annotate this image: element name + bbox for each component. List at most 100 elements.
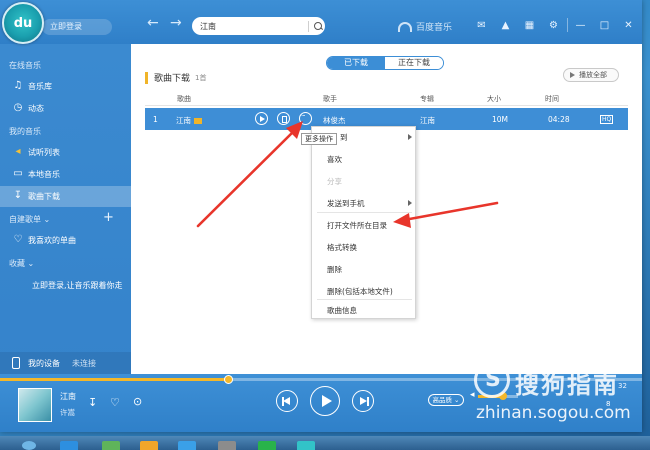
login-button[interactable]: 立即登录 <box>42 19 112 35</box>
menu-item-delete[interactable]: 删除 <box>327 264 342 275</box>
album-cover[interactable] <box>18 388 52 422</box>
menu-item-delete-with-file[interactable]: 删除(包括本地文件) <box>327 286 393 297</box>
volume-icon[interactable]: ◂ <box>470 390 475 401</box>
phone-icon <box>12 357 20 369</box>
sidebar-section-playlists[interactable]: 自建歌单 ⌄ <box>9 214 50 225</box>
music-note-icon: ♫ <box>13 80 23 91</box>
menu-item-send-phone[interactable]: 发送到手机 <box>327 198 365 209</box>
search-icon[interactable] <box>311 17 325 35</box>
settings-icon[interactable]: ⚙ <box>547 19 560 32</box>
row-artist[interactable]: 林俊杰 <box>323 115 346 126</box>
progress-fill <box>0 378 228 381</box>
taskbar-app-wechat[interactable] <box>258 441 276 450</box>
skin-icon[interactable]: ▲ <box>499 19 512 32</box>
sidebar-item-label: 本地音乐 <box>28 170 60 179</box>
app-logo[interactable]: du <box>2 2 44 44</box>
taskbar-app-tool[interactable] <box>218 441 236 450</box>
device-status: 未连接 <box>72 358 96 368</box>
quality-select[interactable]: 高品质 ⌄ <box>428 394 464 406</box>
brand-label: 百度音乐 <box>416 23 453 33</box>
sidebar-item-label: 试听列表 <box>28 148 60 157</box>
play-all-button[interactable]: 播放全部 <box>563 68 619 82</box>
row-index: 1 <box>153 115 158 124</box>
toolbox-icon[interactable]: ▦ <box>523 19 536 32</box>
row-song: 江南 <box>176 116 191 125</box>
chevron-right-icon <box>408 134 412 140</box>
menu-item-open-folder[interactable]: 打开文件所在目录 <box>327 220 387 231</box>
minimize-icon[interactable]: — <box>574 19 587 32</box>
chevron-down-icon: ⌄ <box>27 259 35 268</box>
play-all-label: 播放全部 <box>579 71 607 79</box>
start-button[interactable] <box>22 441 36 450</box>
taskbar-app-music[interactable] <box>297 441 315 450</box>
quality-label: 高品质 <box>432 396 452 404</box>
column-album[interactable]: 专辑 <box>420 94 434 104</box>
next-button[interactable] <box>352 390 374 412</box>
menu-item-song-info[interactable]: 歌曲信息 <box>327 305 357 316</box>
speaker-icon: ◂ <box>15 146 21 157</box>
heart-icon: ♡ <box>13 234 23 245</box>
tab-downloading[interactable]: 正在下载 <box>385 57 443 69</box>
mv-icon[interactable] <box>194 118 202 124</box>
row-play-icon[interactable] <box>255 112 268 125</box>
sidebar-item-feed[interactable]: ◷ 动态 <box>0 98 131 119</box>
row-song-cell[interactable]: 江南 <box>176 115 202 126</box>
search-input[interactable] <box>200 21 308 31</box>
sidebar-section-collect[interactable]: 收藏 ⌄ <box>9 258 34 269</box>
headphone-icon <box>398 21 412 32</box>
song-count: 1首 <box>195 73 207 82</box>
progress-knob[interactable] <box>223 375 233 384</box>
previous-button[interactable] <box>276 390 298 412</box>
brand[interactable]: 百度音乐 <box>398 20 452 33</box>
maximize-icon[interactable]: □ <box>598 19 611 32</box>
taskbar <box>0 436 650 450</box>
context-menu: 到 喜欢 分享 发送到手机 打开文件所在目录 格式转换 删除 删除(包括本地文件… <box>311 126 416 319</box>
tab-downloaded[interactable]: 已下载 <box>327 57 385 69</box>
back-arrow-icon[interactable]: ← <box>147 16 159 30</box>
hq-badge: HQ <box>600 115 614 124</box>
close-icon[interactable]: ✕ <box>622 19 635 32</box>
sidebar-item-label: 歌曲下载 <box>28 192 60 201</box>
row-album[interactable]: 江南 <box>420 115 435 126</box>
row-more-icon[interactable] <box>299 112 312 125</box>
sidebar-item-trial[interactable]: ◂ 试听列表 <box>0 142 131 163</box>
forward-arrow-icon[interactable]: → <box>170 16 182 30</box>
now-playing-song[interactable]: 江南 <box>60 391 76 402</box>
menu-divider <box>317 299 412 300</box>
sidebar-item-local[interactable]: ▭ 本地音乐 <box>0 164 131 185</box>
column-artist[interactable]: 歌手 <box>323 94 337 104</box>
taskbar-app-media[interactable] <box>140 441 158 450</box>
heart-icon[interactable]: ♡ <box>110 397 120 408</box>
taskbar-app-mail[interactable] <box>178 441 196 450</box>
sidebar-item-library[interactable]: ♫ 音乐库 <box>0 76 131 97</box>
column-song[interactable]: 歌曲 <box>177 94 191 104</box>
menu-item-like[interactable]: 喜欢 <box>327 154 342 165</box>
column-size[interactable]: 大小 <box>487 94 501 104</box>
more-icon[interactable]: ⊙ <box>133 396 142 407</box>
time-readout: 32 <box>618 382 627 390</box>
more-actions-tooltip: 更多操作 <box>301 133 337 145</box>
my-device[interactable]: 我的设备 未连接 <box>0 352 131 374</box>
row-download-icon[interactable] <box>277 112 290 125</box>
taskbar-app-browser[interactable] <box>60 441 78 450</box>
sidebar-item-label: 音乐库 <box>28 82 52 91</box>
menu-item-add-to[interactable]: 到 <box>340 132 348 143</box>
sidebar-item-label: 动态 <box>28 104 44 113</box>
play-button[interactable] <box>310 386 340 416</box>
collect-login-hint[interactable]: 立即登录,让音乐跟着你走 <box>32 280 123 291</box>
download-icon: ↧ <box>13 190 23 201</box>
now-playing-artist[interactable]: 许嵩 <box>60 407 75 418</box>
download-icon[interactable]: ↧ <box>88 397 97 408</box>
add-playlist-icon[interactable]: + <box>103 210 114 225</box>
search-divider <box>308 20 309 32</box>
sidebar-section-mine: 我的音乐 <box>9 127 41 136</box>
sidebar-item-favorites[interactable]: ♡ 我喜欢的单曲 <box>0 230 131 251</box>
sidebar-section-label: 收藏 <box>9 259 25 268</box>
sidebar-item-download[interactable]: ↧ 歌曲下载 <box>0 186 131 207</box>
menu-item-convert[interactable]: 格式转换 <box>327 242 357 253</box>
mail-icon[interactable]: ✉ <box>475 19 488 32</box>
page-title: 歌曲下载 <box>154 74 191 84</box>
taskbar-app-explorer[interactable] <box>102 441 120 450</box>
column-time[interactable]: 时间 <box>545 94 559 104</box>
search-box <box>192 17 325 35</box>
